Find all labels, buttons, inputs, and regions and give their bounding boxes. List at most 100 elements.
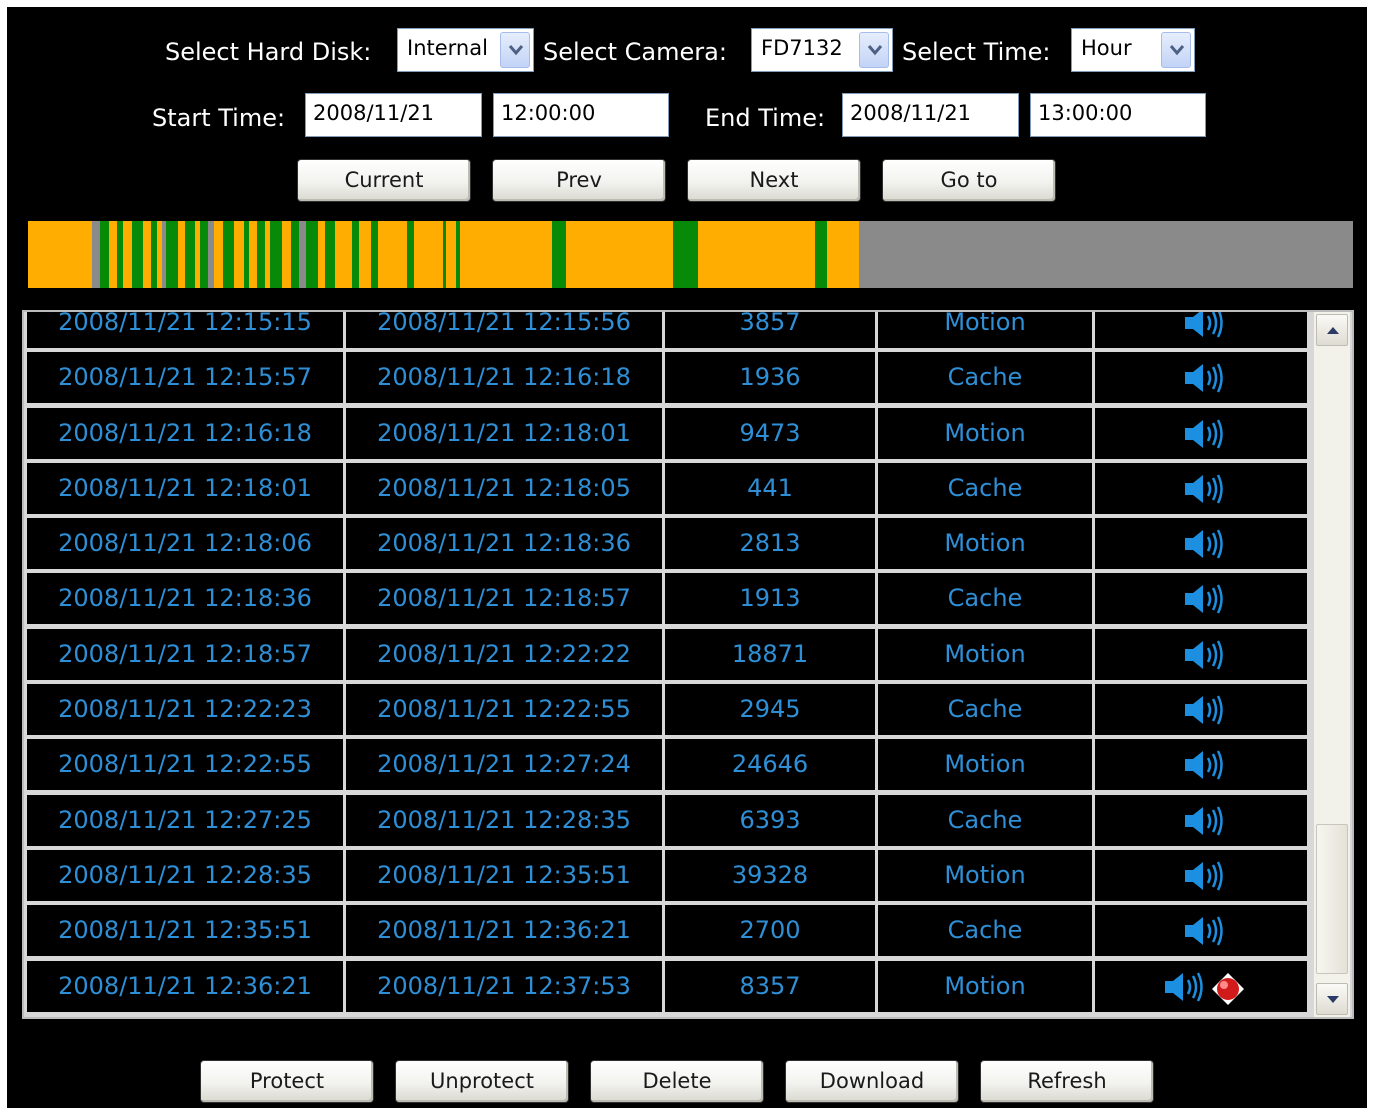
timeline-segment[interactable] [234,221,244,288]
speaker-icon[interactable] [1183,638,1227,690]
timeline-segment[interactable] [92,221,100,288]
speaker-icon[interactable] [1183,527,1227,579]
timeline-segment[interactable] [698,221,816,288]
timeline-segment[interactable] [370,221,379,288]
timeline-segment[interactable] [281,221,292,288]
speaker-icon[interactable] [1163,970,1207,1017]
scroll-down-button[interactable] [1316,983,1348,1015]
scrollbar-thumb[interactable] [1316,824,1348,974]
timeline-segment[interactable] [270,221,282,288]
timeline-segment[interactable] [222,221,235,288]
timeline-segment[interactable] [109,221,117,288]
hard-disk-value: Internal [407,36,488,60]
goto-button[interactable]: Go to [882,159,1056,202]
record-type: Cache [878,684,1092,736]
speaker-icon[interactable] [1183,472,1227,524]
table-row[interactable]: 2008/11/21 12:18:36 2008/11/21 12:18:57 19… [24,573,1310,625]
table-row[interactable]: 2008/11/21 12:18:57 2008/11/21 12:22:22 18… [24,628,1310,680]
table-row[interactable]: 2008/11/21 12:16:18 2008/11/21 12:18:01 94… [24,407,1310,459]
record-size: 441 [665,462,875,514]
record-icons-cell [1095,794,1307,846]
delete-button[interactable]: Delete [590,1060,764,1103]
table-row[interactable]: 2008/11/21 12:22:23 2008/11/21 12:22:55 29… [24,684,1310,736]
end-date-field[interactable]: 2008/11/21 [842,93,1019,137]
timeline-segment[interactable] [673,221,699,288]
table-row[interactable]: 2008/11/21 12:15:15 2008/11/21 12:15:56 38… [24,312,1310,348]
end-time-field[interactable]: 13:00:00 [1030,93,1206,137]
current-button[interactable]: Current [297,159,471,202]
timeline-segment[interactable] [446,221,456,288]
timeline-segment[interactable] [200,221,208,288]
chevron-down-icon[interactable] [500,32,530,68]
timeline-segment[interactable] [28,221,70,288]
timeline-segment[interactable] [459,221,553,288]
speaker-icon[interactable] [1183,582,1227,634]
table-row[interactable]: 2008/11/21 12:28:35 2008/11/21 12:35:51 39… [24,849,1310,901]
timeline-segment[interactable] [257,221,265,288]
speaker-icon[interactable] [1183,914,1227,966]
timeline-segment[interactable] [69,221,93,288]
timeline-segment[interactable] [306,221,318,288]
speaker-icon[interactable] [1183,804,1227,856]
scroll-up-button[interactable] [1316,314,1348,346]
timeline-segment[interactable] [359,221,371,288]
timeline-segment[interactable] [334,221,352,288]
hard-disk-label: Select Hard Disk: [165,38,372,66]
timeline-segment[interactable] [325,221,335,288]
timeline-segment[interactable] [351,221,360,288]
download-button[interactable]: Download [785,1060,959,1103]
speaker-icon[interactable] [1183,417,1227,469]
time-select[interactable]: Hour [1071,28,1195,72]
prev-button[interactable]: Prev [492,159,666,202]
table-row[interactable]: 2008/11/21 12:27:25 2008/11/21 12:28:35 63… [24,794,1310,846]
record-icons-cell [1095,739,1307,791]
refresh-button[interactable]: Refresh [980,1060,1154,1103]
timeline-segment[interactable] [249,221,258,288]
start-date-field[interactable]: 2008/11/21 [305,93,482,137]
timeline-segment[interactable] [565,221,674,288]
timeline-segment[interactable] [122,221,133,288]
speaker-icon[interactable] [1183,693,1227,745]
next-button[interactable]: Next [687,159,861,202]
record-start-time: 2008/11/21 12:16:18 [27,407,343,459]
timeline-segment[interactable] [132,221,144,288]
recording-timeline[interactable] [28,221,1353,288]
chevron-down-icon[interactable] [859,32,889,68]
speaker-icon[interactable] [1183,361,1227,413]
hard-disk-select[interactable]: Internal [397,28,534,72]
timeline-segment[interactable] [815,221,827,288]
timeline-segment[interactable] [143,221,152,288]
timeline-segment[interactable] [414,221,443,288]
timeline-segment[interactable] [185,221,195,288]
timeline-segment[interactable] [298,221,307,288]
timeline-segment[interactable] [406,221,415,288]
chevron-down-icon[interactable] [1161,32,1191,68]
timeline-segment[interactable] [826,221,859,288]
camera-select[interactable]: FD7132 [751,28,893,72]
start-time-field[interactable]: 12:00:00 [493,93,669,137]
record-size: 1936 [665,352,875,404]
record-size: 2700 [665,905,875,957]
timeline-segment[interactable] [552,221,566,288]
timeline-segment[interactable] [177,221,186,288]
timeline-segment[interactable] [213,221,223,288]
speaker-icon[interactable] [1183,312,1227,358]
table-row[interactable]: 2008/11/21 12:36:21 2008/11/21 12:37:53 83… [24,960,1310,1012]
timeline-segment[interactable] [378,221,407,288]
timeline-segment[interactable] [291,221,299,288]
timeline-segment[interactable] [317,221,326,288]
protect-button[interactable]: Protect [200,1060,374,1103]
table-row[interactable]: 2008/11/21 12:22:55 2008/11/21 12:27:24 24… [24,739,1310,791]
table-row[interactable]: 2008/11/21 12:35:51 2008/11/21 12:36:21 27… [24,905,1310,957]
table-row[interactable]: 2008/11/21 12:18:06 2008/11/21 12:18:36 28… [24,518,1310,570]
table-row[interactable]: 2008/11/21 12:15:57 2008/11/21 12:16:18 19… [24,352,1310,404]
record-start-time: 2008/11/21 12:22:55 [27,739,343,791]
unprotect-button[interactable]: Unprotect [395,1060,569,1103]
record-end-time: 2008/11/21 12:22:55 [346,684,662,736]
speaker-icon[interactable] [1183,748,1227,800]
timeline-segment[interactable] [99,221,110,288]
table-row[interactable]: 2008/11/21 12:18:01 2008/11/21 12:18:05 44… [24,462,1310,514]
timeline-segment[interactable] [166,221,178,288]
vertical-scrollbar[interactable] [1314,312,1350,1017]
speaker-icon[interactable] [1183,859,1227,911]
